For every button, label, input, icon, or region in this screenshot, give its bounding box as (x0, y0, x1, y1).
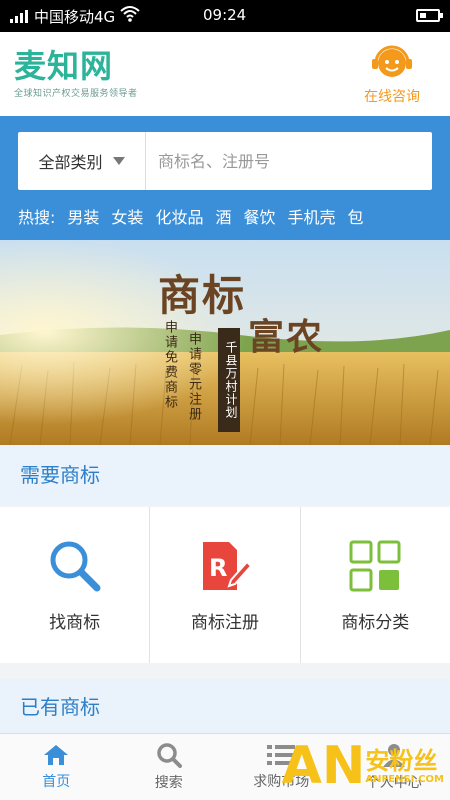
tab-label: 首页 (42, 774, 71, 790)
category-grid-icon (349, 540, 401, 591)
banner-vertical-text: 申请零元注册 (186, 332, 201, 422)
clock: 09:24 (203, 6, 247, 24)
section-need-title: 需要商标 (0, 445, 450, 505)
watermark-logo: AN (281, 736, 366, 796)
hot-search-item[interactable]: 酒 (215, 204, 231, 228)
home-icon (44, 745, 69, 765)
promo-banner[interactable]: 商标 富农 申请免费商标 申请零元注册 千县万村计划 (0, 240, 450, 445)
search-input[interactable] (146, 132, 432, 190)
section-separator (0, 663, 450, 679)
status-bar: 中国移动4G 09:24 (0, 0, 450, 32)
caret-down-icon (112, 157, 125, 165)
signal-icon (10, 9, 28, 23)
tab-search[interactable]: 搜索 (113, 734, 226, 800)
logo[interactable]: 麦知网 全球知识产权交易服务领导者 (14, 46, 154, 106)
hot-search-item[interactable]: 餐饮 (243, 204, 275, 228)
logo-text: 麦知网 (14, 47, 114, 85)
magnifier-icon (50, 541, 101, 591)
hot-search-item[interactable]: 化妆品 (155, 204, 203, 228)
svg-text:R: R (209, 554, 227, 582)
registration-document-icon: R (202, 541, 253, 590)
banner-tag: 千县万村计划 (218, 328, 240, 432)
watermark-text: 安粉丝 (365, 746, 438, 775)
search-region: 全部类别 热搜: 男装 女装 化妆品 酒 餐饮 手机壳 包 (0, 116, 450, 240)
site-watermark: AN 安粉丝 ANFENSI.COM (282, 740, 444, 792)
search-box: 全部类别 (18, 132, 432, 190)
hot-search-list: 热搜: 男装 女装 化妆品 酒 餐饮 手机壳 包 (18, 204, 364, 228)
category-label: 全部类别 (38, 153, 103, 172)
battery-icon (416, 9, 443, 22)
consult-label: 在线咨询 (364, 89, 420, 105)
hot-search-label: 热搜: (18, 208, 56, 227)
hot-search-item[interactable]: 女装 (111, 204, 143, 228)
register-trademark-button[interactable]: R 商标注册 (150, 507, 301, 663)
search-icon (157, 743, 182, 768)
wifi-icon (120, 5, 140, 27)
grid-item-label: 商标注册 (190, 612, 259, 633)
category-dropdown[interactable]: 全部类别 (18, 132, 146, 190)
logo-slogan: 全球知识产权交易服务领导者 (14, 89, 138, 99)
find-trademark-button[interactable]: 找商标 (0, 507, 151, 663)
tab-home[interactable]: 首页 (0, 734, 113, 800)
grid-item-label: 商标分类 (341, 612, 410, 633)
section-have-title: 已有商标 (0, 679, 450, 735)
online-consult-button[interactable]: 在线咨询 (352, 44, 432, 106)
banner-vertical-text: 申请免费商标 (162, 320, 177, 410)
grid-item-label: 找商标 (49, 612, 101, 633)
banner-title: 商标 (158, 271, 247, 320)
trademark-category-button[interactable]: 商标分类 (301, 507, 450, 663)
watermark-url: ANFENSI.COM (365, 773, 444, 785)
service-grid: 找商标 R 商标注册 商标分类 (0, 507, 450, 663)
banner-subtitle: 富农 (248, 316, 325, 358)
hot-search-item[interactable]: 包 (348, 204, 364, 228)
hot-search-item[interactable]: 手机壳 (287, 204, 335, 228)
headset-avatar-icon (370, 44, 414, 82)
carrier-label: 中国移动4G (34, 8, 116, 26)
hot-search-item[interactable]: 男装 (67, 204, 99, 228)
tab-label: 搜索 (154, 775, 183, 791)
app-header: 麦知网 全球知识产权交易服务领导者 在线咨询 (0, 32, 450, 116)
